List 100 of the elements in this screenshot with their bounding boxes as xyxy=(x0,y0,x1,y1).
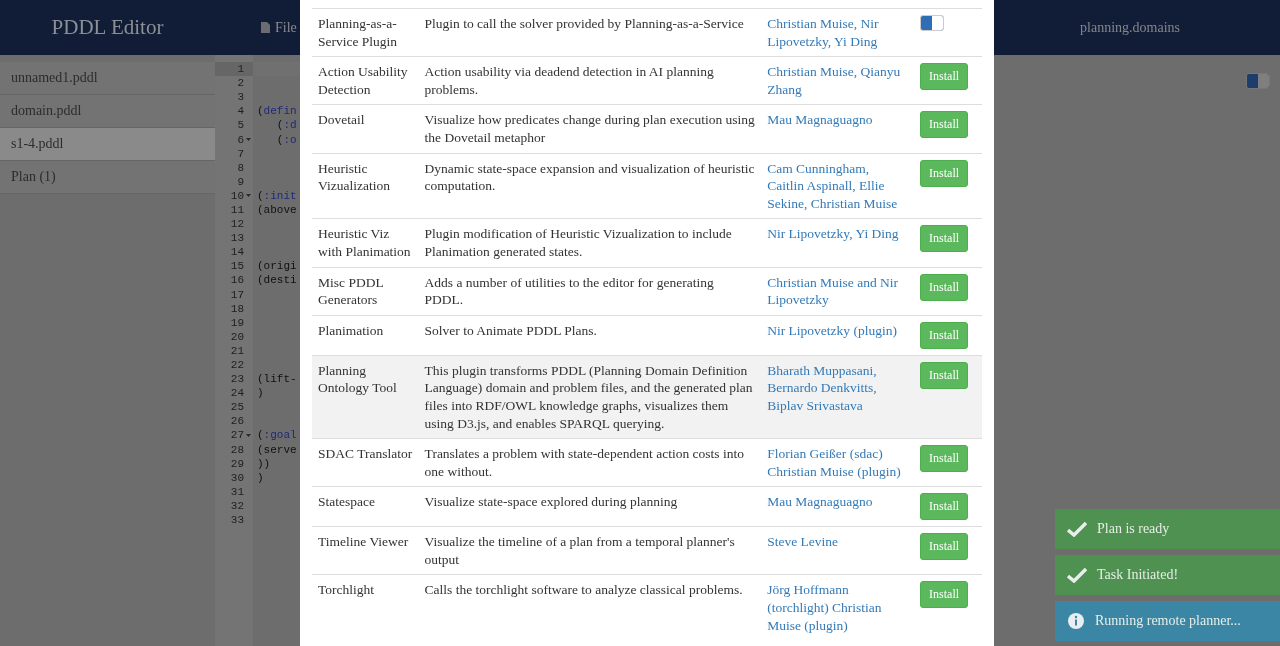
file-tab[interactable]: domain.pddl xyxy=(0,95,215,128)
line-number: 22 xyxy=(229,359,244,371)
file-tab[interactable]: s1-4.pddl xyxy=(0,128,215,161)
notification: Plan is ready xyxy=(1055,509,1280,549)
line-number: 14 xyxy=(229,246,244,259)
line-number: 23 xyxy=(229,373,244,386)
toggle-switch[interactable] xyxy=(920,15,945,31)
line-number: 3 xyxy=(236,91,244,104)
app-title: PDDL Editor xyxy=(50,15,165,40)
code-line: ) xyxy=(257,471,264,484)
line-number: 7 xyxy=(236,147,244,160)
info-icon xyxy=(1067,612,1085,630)
line-number: 16 xyxy=(229,274,244,287)
code-line: (above xyxy=(257,204,297,216)
install-button[interactable]: Install xyxy=(920,225,969,253)
line-number: 28 xyxy=(229,443,244,456)
code-line: ) xyxy=(257,387,264,400)
install-button[interactable]: Install xyxy=(920,159,969,187)
author-link[interactable]: Nir Lipovetzky (plugin) xyxy=(767,321,909,340)
plugin-description: Calls the torchlight software to analyze classical problems. xyxy=(424,582,743,598)
line-number: 2 xyxy=(236,77,244,90)
line-number: 30 xyxy=(229,471,244,484)
install-button[interactable]: Install xyxy=(920,533,969,561)
author-link[interactable]: Florian Geißer (sdac) Christian Muise (plugin) xyxy=(767,445,909,481)
line-number: 21 xyxy=(229,344,244,357)
install-button[interactable]: Install xyxy=(920,493,969,521)
code-line: (origi xyxy=(257,260,297,273)
line-number: 20 xyxy=(229,330,244,343)
plugin-description: Plugin to call the solver provided by Planning-as-a-Service xyxy=(424,16,744,31)
line-number: 24 xyxy=(229,387,244,400)
author-link[interactable]: Steve Levine xyxy=(767,533,909,551)
plugin-description: Visualize how predicates change during plan execution using the Dovetail metaphor xyxy=(424,112,755,145)
plugin-description: Plugin modification of Heuristic Vizualization to include Planimation generated states. xyxy=(424,226,732,259)
author-link[interactable]: Nir Lipovetzky, Yi Ding xyxy=(767,225,909,243)
line-number: 33 xyxy=(229,514,244,527)
plugin-description: Dynamic state-space expansion and visualization of heuristic computation. xyxy=(424,160,755,194)
fold-icon[interactable] xyxy=(246,194,251,198)
check-icon xyxy=(1067,567,1087,583)
line-number: 31 xyxy=(229,485,244,498)
line-number: 15 xyxy=(229,260,244,273)
file-tab[interactable]: unnamed1.pddl xyxy=(0,62,215,95)
plugin-description: This plugin transforms PDDL (Planning Domain Definition Language) domain and problem files, and the generated plan files into RDF/OWL knowledge graphs, visualizes them using D3.js, and enables SPARQL querying. xyxy=(424,362,753,431)
file-icon xyxy=(261,22,270,33)
line-number: 12 xyxy=(229,218,244,231)
plugin-description: Action usability via deadend detection in AI planning problems. xyxy=(424,64,714,97)
plugin-description: Translates a problem with state-dependent action costs into one without. xyxy=(424,446,744,479)
install-button[interactable]: Install xyxy=(920,581,969,609)
line-number: 1 xyxy=(236,63,244,76)
author-link[interactable]: Christian Muise, Nir Lipovetzky, Yi Ding xyxy=(767,15,909,51)
line-number: 18 xyxy=(229,302,244,315)
author-link[interactable]: Cam Cunningham, Caitlin Aspinall, Ellie Sekine, Christian Muise xyxy=(767,159,909,213)
install-button[interactable]: Install xyxy=(920,361,969,389)
line-number: 13 xyxy=(229,232,244,245)
line-number: 27 xyxy=(229,429,244,442)
install-button[interactable]: Install xyxy=(920,273,969,301)
install-button[interactable]: Install xyxy=(920,111,969,139)
check-icon xyxy=(1067,521,1087,537)
plugin-description: Visualize the timeline of a plan from a temporal planner's output xyxy=(424,534,735,567)
code-line: (desti xyxy=(257,274,297,287)
code-line: (:o xyxy=(275,133,297,146)
code-line: )) xyxy=(257,457,271,470)
file-tab[interactable]: Plan (1) xyxy=(0,161,215,194)
line-number: 8 xyxy=(236,161,244,174)
code-line: (:init xyxy=(257,189,297,202)
line-number: 26 xyxy=(229,415,244,428)
fold-icon[interactable] xyxy=(246,434,251,437)
author-link[interactable]: Christian Muise, Qianyu Zhang xyxy=(767,63,909,99)
line-number: 17 xyxy=(229,288,244,301)
notification: Task Initiated! xyxy=(1055,555,1280,595)
line-number: 11 xyxy=(229,204,244,216)
line-number: 29 xyxy=(229,457,244,470)
line-number: 32 xyxy=(229,499,244,512)
toggle-switch[interactable] xyxy=(1246,73,1270,89)
author-link[interactable]: Bharath Muppasani, Bernardo Denkvitts, Biplav Srivastava xyxy=(767,361,909,415)
install-button[interactable]: Install xyxy=(920,321,969,349)
install-button[interactable]: Install xyxy=(920,445,969,473)
notification: Running remote planner... xyxy=(1055,601,1280,641)
code-line: (defin xyxy=(257,105,297,118)
author-link[interactable]: Mau Magnaguagno xyxy=(767,493,909,511)
author-link[interactable]: Christian Muise and Nir Lipovetzky xyxy=(767,273,909,309)
code-line: (:goal xyxy=(257,429,297,442)
author-link[interactable]: Jörg Hoffmann (torchlight) Christian Muise (plugin) xyxy=(767,581,909,635)
line-number: 19 xyxy=(229,316,244,329)
fold-icon[interactable] xyxy=(246,138,251,141)
plugin-description: Solver to Animate PDDL Plans. xyxy=(424,322,597,338)
author-link[interactable]: Mau Magnaguagno xyxy=(767,111,909,129)
line-number: 6 xyxy=(236,133,244,146)
line-number: 4 xyxy=(236,105,244,118)
plugin-description: Adds a number of utilities to the editor for generating PDDL. xyxy=(424,274,714,308)
plugin-name: Planning-as-a-Service Plugin xyxy=(318,16,398,49)
install-button[interactable]: Install xyxy=(920,63,969,91)
line-number: 10 xyxy=(229,189,244,202)
code-line: (lift- xyxy=(257,373,297,386)
code-line: (serve xyxy=(257,443,297,456)
plugin-description: Visualize state-space explored during planning xyxy=(424,494,678,510)
code-line: (:d xyxy=(275,119,297,132)
line-number: 9 xyxy=(236,175,244,188)
file-menu[interactable]: File xyxy=(261,19,297,36)
line-number: 5 xyxy=(236,119,244,132)
line-number: 25 xyxy=(229,401,244,414)
